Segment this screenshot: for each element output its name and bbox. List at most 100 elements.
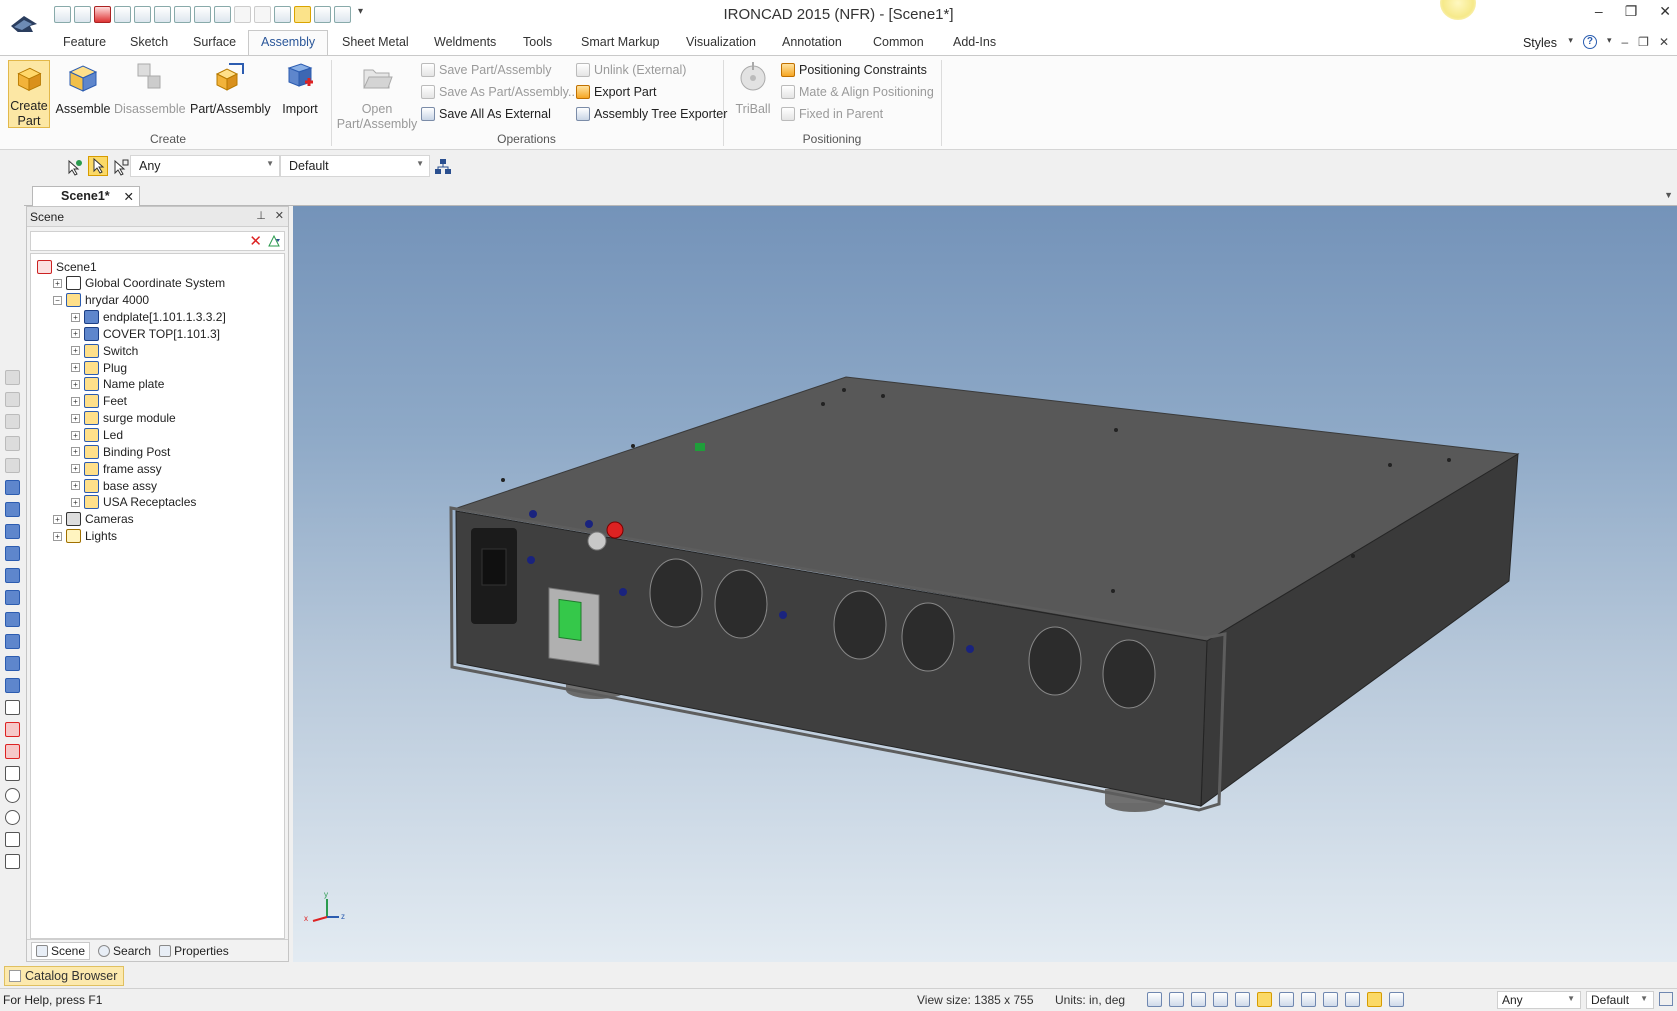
positioning-constraints-button[interactable]: Positioning Constraints (781, 61, 927, 79)
tree-node[interactable]: + endplate[1.101.1.3.3.2] (71, 309, 226, 326)
expand-toggle-icon[interactable]: + (71, 396, 80, 406)
styles-dropdown-icon[interactable]: ▾ (1568, 35, 1573, 49)
shape-icon[interactable] (5, 678, 20, 693)
tree-node[interactable]: + COVER TOP[1.101.3] (71, 325, 220, 342)
expand-toggle-icon[interactable]: + (53, 278, 62, 288)
expand-toggle-icon[interactable]: + (71, 363, 80, 373)
hierarchy-icon[interactable] (1659, 992, 1673, 1006)
power-conditioner-model[interactable] (293, 206, 1677, 962)
catalog-browser-button[interactable]: Catalog Browser (4, 966, 125, 986)
measure-icon[interactable] (5, 744, 20, 759)
curve-icon[interactable] (5, 832, 20, 847)
tab-tools[interactable]: Tools (523, 35, 552, 49)
tree-node[interactable]: + Lights (53, 528, 117, 545)
sketch-icon[interactable] (5, 700, 20, 715)
tree-node[interactable]: + Plug (71, 359, 127, 376)
status-style-dropdown[interactable]: Default ▼ (1586, 991, 1654, 1009)
tree-node[interactable]: + Led (71, 427, 123, 444)
tree-node[interactable]: + Feet (71, 393, 127, 410)
zoom-icon[interactable] (1147, 992, 1162, 1007)
tab-sheet-metal[interactable]: Sheet Metal (342, 35, 409, 49)
3d-viewport[interactable]: y x z (293, 206, 1677, 962)
mate-align-positioning-button[interactable]: Mate & Align Positioning (781, 83, 934, 101)
shape-icon[interactable] (5, 524, 20, 539)
close-icon[interactable]: ✕ (275, 209, 284, 222)
selection-filter-dropdown[interactable]: Any ▼ (130, 155, 280, 177)
shape-icon[interactable] (5, 568, 20, 583)
filter-options-icon[interactable] (267, 234, 281, 248)
tree-node[interactable]: Scene1 (35, 258, 97, 275)
tab-list-icon[interactable]: ▼ (1664, 190, 1673, 200)
unlink-external-button[interactable]: Unlink (External) (576, 61, 686, 79)
shape-icon[interactable] (5, 546, 20, 561)
doc-restore-icon[interactable]: ❐ (1638, 35, 1649, 49)
shape-icon[interactable] (5, 502, 20, 517)
expand-toggle-icon[interactable]: + (71, 329, 80, 339)
shape-icon[interactable] (5, 612, 20, 627)
smart-snap-icon[interactable] (1257, 992, 1272, 1007)
tab-visualization[interactable]: Visualization (686, 35, 756, 49)
select-filter-icon[interactable] (1389, 992, 1404, 1007)
expand-toggle-icon[interactable]: + (71, 413, 80, 423)
tree-node[interactable]: + base assy (71, 477, 157, 494)
expand-toggle-icon[interactable]: + (71, 312, 80, 322)
expand-toggle-icon[interactable]: + (53, 531, 62, 541)
view-orientation-icon[interactable] (1191, 992, 1206, 1007)
tool-icon[interactable] (5, 436, 20, 451)
expand-toggle-icon[interactable]: − (53, 295, 62, 305)
name-plate[interactable] (695, 443, 705, 451)
line-icon[interactable] (5, 766, 20, 781)
import-button[interactable]: Import (276, 60, 324, 117)
circle-icon[interactable] (5, 788, 20, 803)
triball-button[interactable]: TriBall (730, 60, 776, 117)
select-parent-icon[interactable] (1345, 992, 1360, 1007)
tab-sketch[interactable]: Sketch (130, 35, 168, 49)
restore-button[interactable]: ❐ (1625, 3, 1638, 20)
minimize-button[interactable]: – (1595, 3, 1603, 20)
tab-feature[interactable]: Feature (63, 35, 106, 49)
pointer-icon[interactable] (1367, 992, 1382, 1007)
shaded-icon[interactable] (1323, 992, 1338, 1007)
expand-toggle-icon[interactable]: + (53, 514, 62, 524)
no-icon[interactable] (5, 810, 20, 825)
render-mode-icon[interactable] (1213, 992, 1228, 1007)
close-icon[interactable]: ✕ (124, 189, 134, 204)
expand-toggle-icon[interactable]: + (71, 346, 80, 356)
create-part-button[interactable]: Create Part (8, 60, 50, 128)
measure-icon[interactable] (5, 722, 20, 737)
select-parent-icon[interactable] (66, 158, 84, 176)
close-button[interactable]: ✕ (1659, 3, 1671, 20)
save-as-part-assembly-button[interactable]: Save As Part/Assembly... (421, 83, 578, 101)
expand-toggle-icon[interactable]: + (71, 379, 80, 389)
part-assembly-button[interactable]: Part/Assembly (190, 60, 271, 117)
section-icon[interactable] (1235, 992, 1250, 1007)
shape-icon[interactable] (5, 656, 20, 671)
styles-menu[interactable]: Styles (1523, 36, 1557, 50)
tab-add-ins[interactable]: Add-Ins (953, 35, 996, 49)
status-filter-dropdown[interactable]: Any ▼ (1497, 991, 1581, 1009)
select-pointer-button[interactable] (88, 156, 108, 176)
tree-node[interactable]: + Cameras (53, 511, 134, 528)
switch-rocker[interactable] (558, 598, 582, 642)
assemble-button[interactable]: Assemble (55, 60, 111, 117)
tool-icon[interactable] (5, 392, 20, 407)
tool-icon[interactable] (5, 414, 20, 429)
tab-common[interactable]: Common (873, 35, 924, 49)
help-dropdown-icon[interactable]: ▾ (1607, 35, 1612, 49)
doc-close-icon[interactable]: ✕ (1659, 35, 1669, 49)
tool-icon[interactable] (5, 458, 20, 473)
tab-annotation[interactable]: Annotation (782, 35, 842, 49)
select-filter-icon[interactable] (112, 158, 130, 176)
shape-icon[interactable] (5, 634, 20, 649)
tree-node[interactable]: + USA Receptacles (71, 494, 196, 511)
document-tab-scene1[interactable]: Scene1* ✕ (32, 186, 140, 207)
scene-filter-input[interactable]: ✕ (30, 231, 285, 251)
expand-toggle-icon[interactable]: + (71, 481, 80, 491)
shape-icon[interactable] (5, 590, 20, 605)
tree-node[interactable]: − hrydar 4000 (53, 292, 149, 309)
scene-tab[interactable]: Scene (31, 941, 91, 960)
ruler-icon[interactable] (5, 854, 20, 869)
assembly-tree-exporter-button[interactable]: Assembly Tree Exporter (576, 105, 727, 123)
tree-node[interactable]: + Binding Post (71, 443, 170, 460)
zoom-area-icon[interactable] (1169, 992, 1184, 1007)
